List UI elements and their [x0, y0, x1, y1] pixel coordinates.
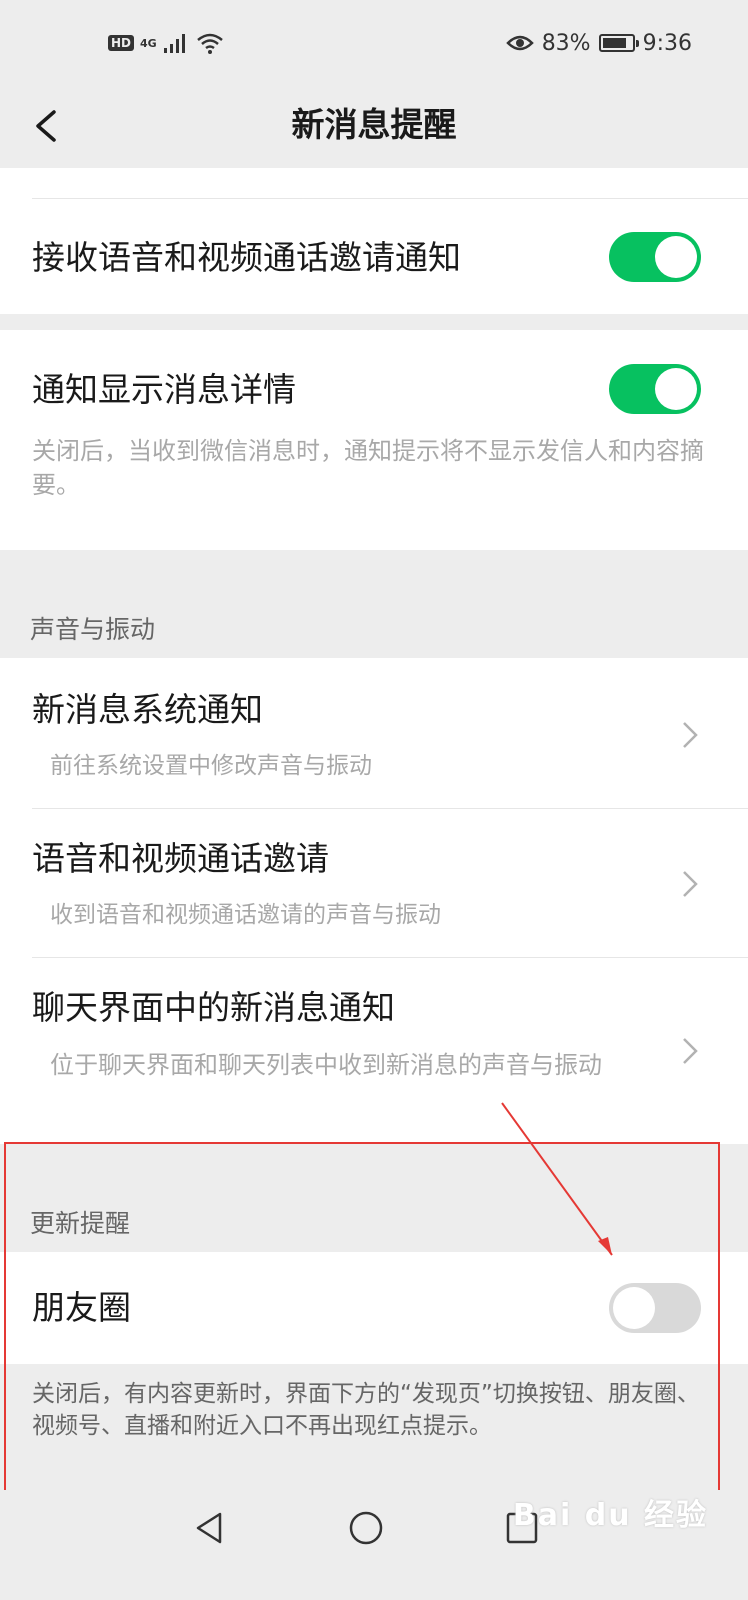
- sound-section-header: 声音与振动: [30, 615, 156, 644]
- item-label: 新消息系统通知: [32, 690, 263, 729]
- status-left: HD 4G: [108, 28, 225, 58]
- call-invite-toggle[interactable]: [609, 232, 701, 282]
- signal-icon: [163, 34, 185, 53]
- item-label: 语音和视频通话邀请: [32, 839, 329, 878]
- divider: [32, 198, 748, 199]
- call-invite-label: 接收语音和视频通话邀请通知: [32, 238, 461, 277]
- list-item-call-invite-sound[interactable]: 语音和视频通话邀请 收到语音和视频通话邀请的声音与振动: [0, 809, 748, 957]
- toggle-knob: [655, 236, 697, 278]
- wifi-icon: [196, 33, 223, 54]
- battery-percent: 83%: [541, 30, 591, 56]
- battery-fill: [602, 38, 626, 48]
- show-details-label: 通知显示消息详情: [32, 370, 296, 409]
- item-desc: 位于聊天界面和聊天列表中收到新消息的声音与振动: [50, 1051, 602, 1079]
- eye-comfort-icon: [505, 35, 534, 51]
- chevron-right-icon: [683, 1038, 698, 1064]
- show-details-toggle[interactable]: [609, 364, 701, 414]
- annotation-arrow: [501, 1102, 613, 1256]
- call-invite-card: 接收语音和视频通话邀请通知: [0, 168, 748, 314]
- item-desc: 前往系统设置中修改声音与振动: [50, 753, 372, 779]
- list-item-chat-notify[interactable]: 聊天界面中的新消息通知 位于聊天界面和聊天列表中收到新消息的声音与振动: [0, 958, 748, 1144]
- chevron-right-icon: [683, 871, 698, 897]
- watermark: Bai du 经验: [512, 1498, 708, 1533]
- nav-home-icon[interactable]: [348, 1510, 384, 1546]
- item-label: 聊天界面中的新消息通知: [32, 988, 395, 1027]
- status-right: 83% 9:36: [505, 28, 692, 58]
- toggle-knob: [655, 368, 697, 410]
- page-title: 新消息提醒: [291, 105, 457, 144]
- item-desc: 收到语音和视频通话邀请的声音与振动: [50, 902, 441, 928]
- nav-back-icon[interactable]: [192, 1510, 228, 1546]
- network-type: 4G: [140, 36, 157, 50]
- list-item-system-notify[interactable]: 新消息系统通知 前往系统设置中修改声音与振动: [0, 658, 748, 808]
- show-details-desc: 关闭后，当收到微信消息时，通知提示将不显示发信人和内容摘要。: [32, 437, 704, 499]
- status-bar: HD 4G 83% 9:36: [0, 0, 748, 88]
- chevron-right-icon: [683, 722, 698, 748]
- show-details-card: 通知显示消息详情 关闭后，当收到微信消息时，通知提示将不显示发信人和内容摘要。: [0, 330, 748, 550]
- nav-bar: 新消息提醒: [0, 88, 748, 168]
- clock: 9:36: [642, 30, 692, 56]
- sound-section-list: 新消息系统通知 前往系统设置中修改声音与振动 语音和视频通话邀请 收到语音和视频…: [0, 658, 748, 1144]
- battery-icon: [598, 34, 639, 52]
- hd-icon: HD: [108, 35, 135, 51]
